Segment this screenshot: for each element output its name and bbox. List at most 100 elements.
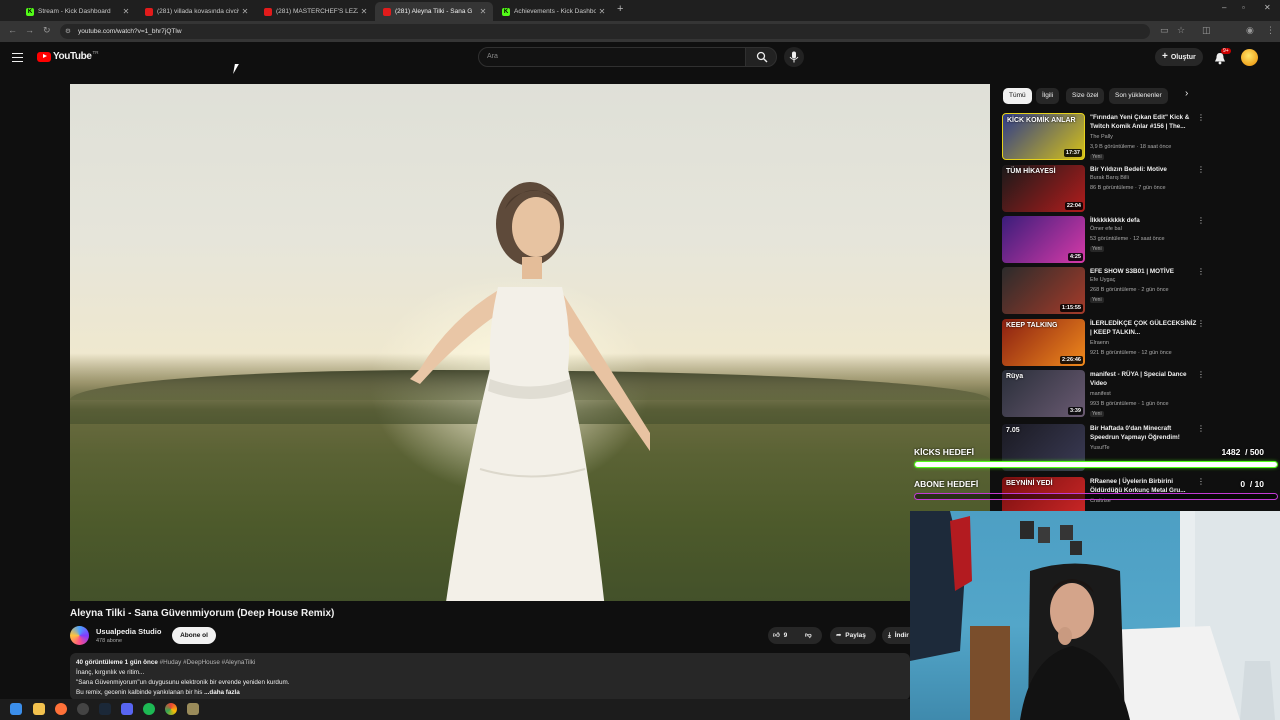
youtube-play-icon	[37, 51, 51, 62]
app-icon[interactable]	[187, 703, 199, 715]
discord-icon[interactable]	[121, 703, 133, 715]
bookmark-star-icon[interactable]: ☆	[1177, 25, 1185, 36]
video-stats: 86 B görüntüleme · 7 gün önce	[1090, 185, 1166, 191]
video-thumbnail[interactable]: KİCK KOMİK ANLAR 17:37	[1002, 113, 1085, 160]
chip-related[interactable]: İlgili	[1036, 88, 1060, 104]
channel-name[interactable]: Ömer efe bal	[1090, 226, 1122, 232]
channel-name[interactable]: Elraenn	[1090, 340, 1109, 346]
like-button[interactable]: 👍︎ 9	[773, 627, 787, 644]
recommended-video[interactable]: KEEP TALKING 2:26:46 İLERLEDİKÇE ÇOK GÜLEC…	[1002, 319, 1207, 366]
more-options-icon[interactable]: ⋮	[1197, 319, 1205, 328]
channel-avatar[interactable]	[70, 626, 89, 645]
steam-icon[interactable]	[99, 703, 111, 715]
close-window-icon[interactable]: ✕	[1264, 3, 1271, 12]
browser-tab[interactable]: (281) MASTERCHEF'S LEZZO -✕	[256, 2, 374, 21]
video-thumbnail[interactable]: 1:15:55	[1002, 267, 1085, 314]
close-tab-icon[interactable]: ✕	[358, 7, 370, 16]
cast-icon[interactable]: ▭	[1160, 25, 1169, 36]
address-bar[interactable]: ⚙ youtube.com/watch?v=1_bhr7jQTlw	[60, 24, 1150, 39]
recommended-video[interactable]: 1:15:55 EFE SHOW S3B01 | MOTİVE Efe Uygaç 2…	[1002, 267, 1207, 314]
browser-tab[interactable]: K Achievements - Kick Dashboard✕	[494, 2, 612, 21]
thumbnail-text: KİCK KOMİK ANLAR	[1007, 117, 1076, 124]
like-dislike-group: 👍︎ 9 👎︎	[768, 627, 822, 644]
new-tab-icon[interactable]: +	[617, 3, 623, 15]
minimize-icon[interactable]: –	[1222, 3, 1226, 12]
chip-all[interactable]: Tümü	[1003, 88, 1032, 104]
browser-tab[interactable]: (281) Aleyna Tilki - Sana G ✕	[375, 2, 493, 21]
video-title[interactable]: "Fırından Yeni Çıkan Edit" Kick & Twitch…	[1090, 113, 1198, 131]
menu-dots-icon[interactable]: ⋮	[1266, 25, 1275, 36]
channel-name[interactable]: Efe Uygaç	[1090, 277, 1115, 283]
video-thumbnail[interactable]: KEEP TALKING 2:26:46	[1002, 319, 1085, 366]
chip-for-you[interactable]: Size özel	[1066, 88, 1105, 104]
thumbnail-text: Rüya	[1006, 373, 1024, 380]
description-line-3: Bu remix, gecenin kalbinde yankılanan bi…	[76, 689, 203, 696]
recommended-video[interactable]: TÜM HİKAYESİ 22:04 Bir Yıldızın Bedeli: Mo…	[1002, 165, 1207, 212]
browser-tab[interactable]: K Stream - Kick Dashboard ✕	[18, 2, 136, 21]
close-tab-icon[interactable]: ✕	[239, 7, 251, 16]
more-options-icon[interactable]: ⋮	[1197, 113, 1205, 122]
video-title[interactable]: Bir Yıldızın Bedeli: Motive	[1090, 165, 1198, 174]
dislike-button[interactable]: 👎︎	[805, 627, 812, 644]
youtube-logo[interactable]: YouTube TR	[37, 50, 99, 62]
share-button[interactable]: ➦ Paylaş	[830, 627, 876, 644]
search-input[interactable]: Ara	[478, 47, 746, 67]
file-explorer-icon[interactable]	[33, 703, 45, 715]
more-options-icon[interactable]: ⋮	[1197, 216, 1205, 225]
video-thumbnail[interactable]: Rüya 3:39	[1002, 370, 1085, 417]
site-info-icon[interactable]: ⚙	[65, 24, 71, 39]
chevron-right-icon[interactable]: ›	[1185, 88, 1188, 99]
more-options-icon[interactable]: ⋮	[1197, 165, 1205, 174]
video-title[interactable]: Bir Haftada 0'dan Minecraft Speedrun Yap…	[1090, 424, 1198, 442]
download-label: İndir	[894, 632, 909, 639]
channel-name[interactable]: manifest	[1090, 391, 1111, 397]
webcam-scene	[910, 511, 1280, 720]
show-more-link[interactable]: ...daha fazla	[204, 689, 240, 696]
firefox-icon[interactable]	[55, 703, 67, 715]
search-button[interactable]	[745, 47, 777, 67]
profile-icon[interactable]: ◉	[1246, 25, 1254, 36]
more-options-icon[interactable]: ⋮	[1197, 370, 1205, 379]
spotify-icon[interactable]	[143, 703, 155, 715]
video-title[interactable]: manifest - RÜYA | Special Dance Video	[1090, 370, 1198, 388]
chrome-icon[interactable]	[165, 703, 177, 715]
recommended-video[interactable]: 4:25 İlkkkkkkkkk defa Ömer efe bal 53 görün…	[1002, 216, 1207, 263]
new-badge: Yeni	[1090, 297, 1104, 303]
download-button[interactable]: ⤓ İndir	[882, 627, 910, 644]
extensions-icon[interactable]: ◫	[1202, 25, 1211, 36]
maximize-icon[interactable]: ▫	[1242, 3, 1245, 12]
account-avatar[interactable]	[1241, 49, 1258, 66]
browser-tab[interactable]: (281) villada kovasında civciv bu✕	[137, 2, 255, 21]
description-box[interactable]: 40 görüntüleme 1 gün önce #Huday #DeepHo…	[70, 653, 910, 700]
recommended-video[interactable]: Rüya 3:39 manifest - RÜYA | Special Dance …	[1002, 370, 1207, 417]
close-tab-icon[interactable]: ✕	[596, 7, 608, 16]
video-title[interactable]: İlkkkkkkkkk defa	[1090, 216, 1198, 225]
more-options-icon[interactable]: ⋮	[1197, 267, 1205, 276]
channel-name[interactable]: Usualpedia Studio	[96, 627, 161, 636]
subscribe-button[interactable]: Abone ol	[172, 627, 216, 644]
hashtags[interactable]: #Huday #DeepHouse #AleynaTilki	[160, 659, 256, 666]
more-options-icon[interactable]: ⋮	[1197, 424, 1205, 433]
video-title[interactable]: EFE SHOW S3B01 | MOTİVE	[1090, 267, 1198, 276]
hamburger-menu-icon[interactable]	[12, 53, 23, 65]
close-tab-icon[interactable]: ✕	[120, 7, 132, 16]
channel-name[interactable]: Burak Barış Billi	[1090, 175, 1129, 181]
create-button[interactable]: + Oluştur	[1155, 48, 1203, 66]
obs-icon[interactable]	[77, 703, 89, 715]
subs-progress-bar	[914, 493, 1278, 500]
channel-name[interactable]: The Pally	[1090, 134, 1113, 140]
video-title[interactable]: İLERLEDİKÇE ÇOK GÜLECEKSİNİZ | KEEP TALK…	[1090, 319, 1198, 337]
close-tab-icon[interactable]: ✕	[477, 7, 489, 16]
forward-icon[interactable]: →	[25, 25, 34, 35]
windows-start-icon[interactable]	[10, 703, 22, 715]
chip-recently-uploaded[interactable]: Son yüklenenler	[1109, 88, 1168, 104]
recommended-video[interactable]: KİCK KOMİK ANLAR 17:37 "Fırından Yeni Çıka…	[1002, 113, 1207, 160]
subs-goal-value: 0 / 10	[1240, 479, 1264, 489]
microphone-icon	[789, 51, 799, 63]
reload-icon[interactable]: ↻	[43, 25, 51, 36]
video-player[interactable]	[70, 84, 990, 601]
video-thumbnail[interactable]: 4:25	[1002, 216, 1085, 263]
back-icon[interactable]: ←	[8, 25, 17, 35]
voice-search-button[interactable]	[784, 47, 804, 67]
video-thumbnail[interactable]: TÜM HİKAYESİ 22:04	[1002, 165, 1085, 212]
